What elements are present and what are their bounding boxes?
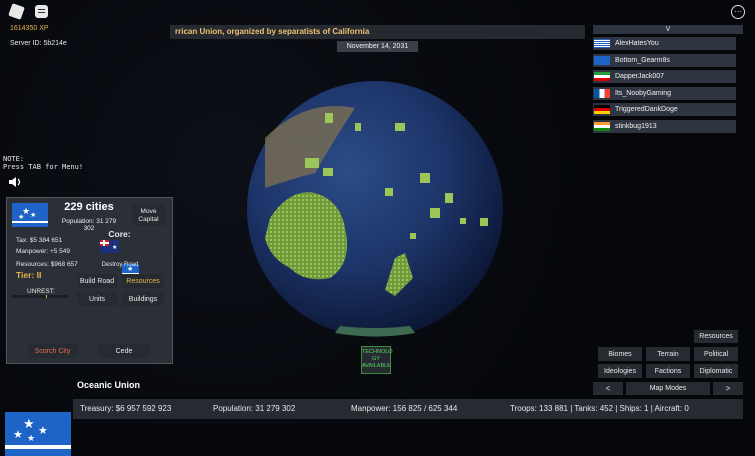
- map-mode-resources[interactable]: Resources: [694, 330, 738, 343]
- date-display: November 14, 2031: [337, 41, 418, 52]
- player-name: stinkbug1913: [615, 123, 657, 130]
- chat-icon[interactable]: [35, 5, 48, 18]
- map-mode-political[interactable]: Political: [694, 347, 738, 361]
- map-mode-biomes[interactable]: Biomes: [598, 347, 642, 361]
- population-value: Population: 31 279 302: [213, 404, 296, 413]
- map-modes-label: Map Modes: [626, 382, 710, 395]
- player-name: Bottom_Gearm8s: [615, 56, 670, 64]
- buildings-button[interactable]: Buildings: [122, 292, 164, 306]
- map-mode-ideologies[interactable]: Ideologies: [598, 364, 642, 378]
- scorch-city-button[interactable]: Scorch City: [28, 344, 77, 358]
- volume-icon[interactable]: [8, 176, 22, 188]
- technology-line-2: GY: [372, 356, 380, 362]
- resources-button[interactable]: Resources: [122, 274, 164, 288]
- manpower-total-value: Manpower: 156 825 / 625 344: [351, 404, 458, 413]
- player-row[interactable]: Its_NoobyGaming: [593, 86, 736, 100]
- move-capital-button[interactable]: Move Capital: [132, 205, 165, 226]
- technology-line-1: TECHNOLO: [362, 349, 393, 355]
- flag-icon-india: [594, 122, 610, 131]
- country-flag-icon: ★ ★ ★ ★: [5, 412, 71, 456]
- flag-icon-france: [594, 88, 610, 98]
- city-flag-icon: ★ ★ ★: [12, 203, 48, 227]
- tax-value: Tax: $5 384 651: [16, 237, 63, 244]
- map-mode-terrain[interactable]: Terrain: [646, 347, 690, 361]
- server-id: Server ID: 5b214e: [10, 40, 67, 47]
- flag-icon-germany: [594, 105, 610, 115]
- news-ticker-text: rrican Union, organized by separatists o…: [175, 27, 370, 36]
- military-stats: Troops: 133 881 | Tanks: 452 | Ships: 1 …: [510, 404, 689, 413]
- player-row[interactable]: TriggeredDankDoge: [593, 103, 736, 117]
- flag-icon-iran: [594, 72, 610, 82]
- note-text: Press TAB for Menu!: [3, 163, 84, 171]
- destroy-road-button[interactable]: Destroy Road: [95, 262, 145, 268]
- player-name: Its_NoobyGaming: [615, 89, 672, 97]
- resources-value: Resources: $968 657: [16, 261, 78, 268]
- technology-available-button[interactable]: TECHNOLO GY AVAILABLE: [361, 346, 393, 374]
- flag-icon-australia: ★: [100, 240, 119, 253]
- map-mode-next-button[interactable]: >: [713, 382, 743, 395]
- treasury-value: Treasury: $6 957 592 923: [80, 404, 172, 413]
- player-row[interactable]: DapperJack007: [593, 70, 736, 84]
- map-mode-factions[interactable]: Factions: [646, 364, 690, 378]
- news-ticker: rrican Union, organized by separatists o…: [170, 25, 585, 39]
- units-button[interactable]: Units: [77, 292, 117, 306]
- flag-icon-oceanic: [594, 55, 610, 65]
- technology-line-3: AVAILABLE: [362, 363, 391, 369]
- unrest-bar: [12, 295, 68, 298]
- city-count: 229 cities: [64, 201, 114, 213]
- player-row[interactable]: AlexHatesYou: [593, 37, 736, 50]
- more-options-icon[interactable]: ⋯: [731, 5, 745, 19]
- player-row[interactable]: Bottom_Gearm8s: [593, 53, 736, 67]
- manpower-value: Manpower: +5 549: [16, 248, 71, 255]
- country-name: Oceanic Union: [77, 380, 141, 390]
- player-name: DapperJack007: [615, 73, 665, 81]
- player-list-toggle[interactable]: V: [666, 26, 671, 33]
- tier-label: Tier: II: [16, 270, 42, 280]
- flag-icon-greece: [594, 39, 610, 48]
- player-row[interactable]: stinkbug1913: [593, 120, 736, 133]
- note-label: NOTE:: [3, 155, 25, 163]
- player-name: TriggeredDankDoge: [615, 106, 678, 114]
- globe[interactable]: [245, 78, 505, 340]
- core-label: Core:: [108, 229, 131, 239]
- player-list-header[interactable]: V: [593, 25, 743, 34]
- xp-label: 1614350 XP: [10, 25, 49, 32]
- cede-button[interactable]: Cede: [99, 344, 149, 358]
- unrest-label: UNREST:: [27, 288, 55, 295]
- map-mode-prev-button[interactable]: <: [593, 382, 623, 395]
- build-road-button[interactable]: Build Road: [77, 274, 117, 288]
- map-mode-diplomatic[interactable]: Diplomatic: [694, 364, 738, 378]
- player-name: AlexHatesYou: [615, 40, 659, 47]
